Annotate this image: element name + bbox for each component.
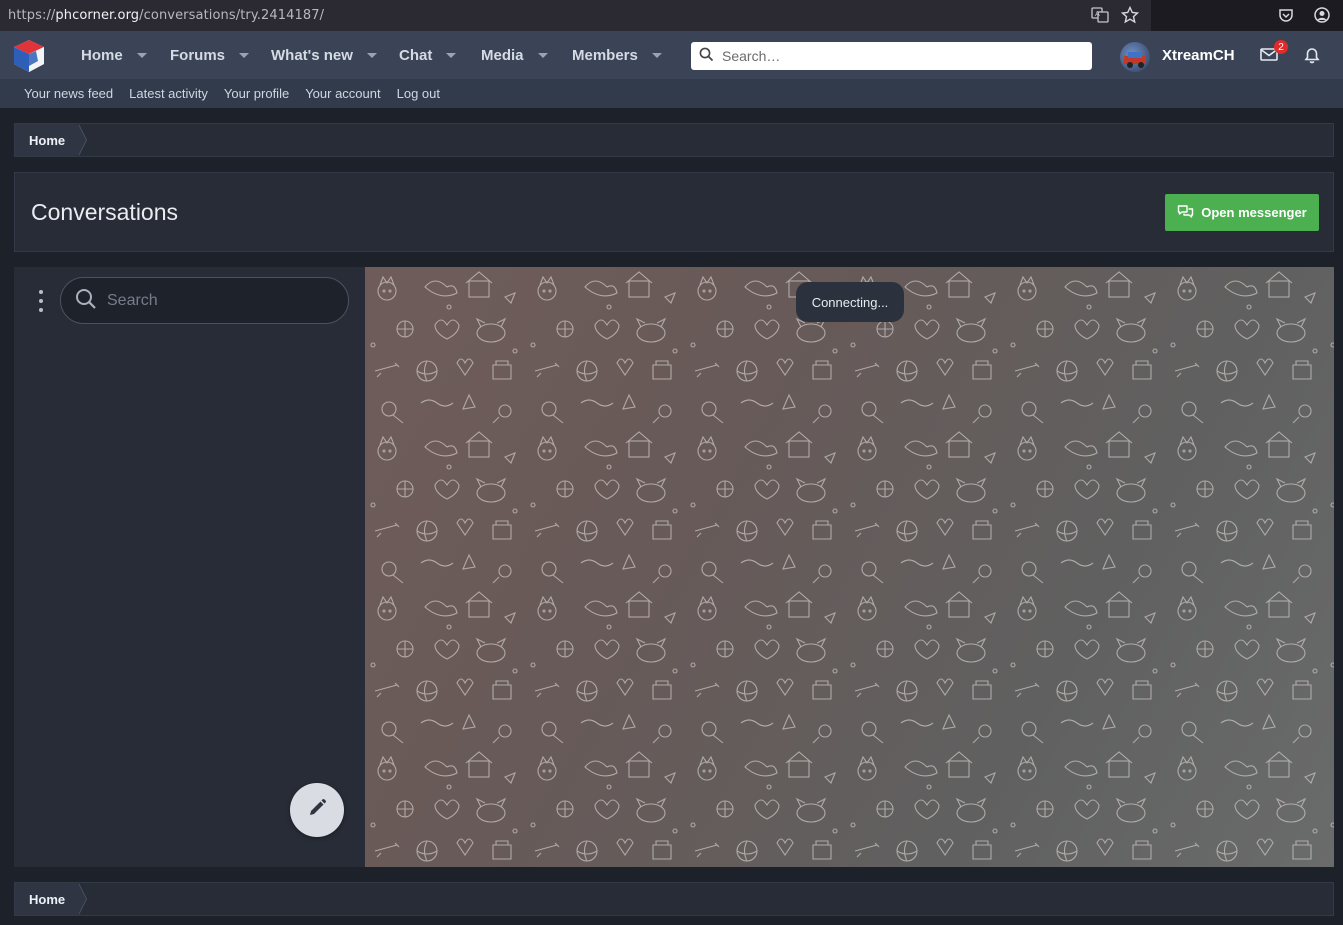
page-title: Conversations bbox=[31, 199, 179, 225]
svg-text:A: A bbox=[1095, 10, 1100, 18]
messenger-search[interactable] bbox=[60, 277, 349, 324]
url-host: phcorner.org bbox=[55, 8, 140, 23]
chevron-down-icon[interactable] bbox=[239, 52, 250, 58]
url-text[interactable]: https://phcorner.org/conversations/try.2… bbox=[8, 8, 324, 23]
new-conversation-button[interactable] bbox=[290, 783, 344, 837]
conversation-list-panel bbox=[14, 267, 365, 867]
site-search-input[interactable] bbox=[722, 48, 1062, 64]
bookmark-star-icon[interactable] bbox=[1121, 6, 1139, 24]
sub-nav: Your news feed Latest activity Your prof… bbox=[0, 79, 1343, 108]
inbox-badge: 2 bbox=[1274, 40, 1288, 54]
site-nav: Home Forums What's new Chat Media Member… bbox=[0, 31, 1343, 79]
chevron-down-icon[interactable] bbox=[366, 52, 377, 58]
chat-bubbles-icon bbox=[1177, 204, 1194, 221]
connection-status: Connecting... bbox=[796, 282, 904, 322]
site-search[interactable] bbox=[691, 42, 1092, 70]
url-path: /conversations/try.2414187/ bbox=[139, 8, 325, 23]
link-news-feed[interactable]: Your news feed bbox=[24, 86, 113, 101]
breadcrumb-separator-inner bbox=[78, 124, 86, 156]
nav-whats-new-label: What's new bbox=[271, 46, 353, 64]
site-logo[interactable] bbox=[12, 39, 46, 73]
page-header: Conversations Open messenger bbox=[14, 172, 1334, 252]
pocket-icon[interactable] bbox=[1277, 6, 1295, 24]
open-messenger-button[interactable]: Open messenger bbox=[1165, 194, 1319, 231]
username[interactable]: XtreamCH bbox=[1162, 31, 1235, 79]
doodle-pattern-background bbox=[365, 267, 1334, 867]
pencil-icon bbox=[307, 798, 327, 822]
kebab-menu-icon[interactable] bbox=[36, 290, 46, 312]
messenger: Connecting... bbox=[14, 267, 1334, 867]
account-icon[interactable] bbox=[1313, 6, 1331, 24]
nav-members-label: Members bbox=[572, 46, 638, 64]
browser-toolbar: https://phcorner.org/conversations/try.2… bbox=[0, 0, 1343, 31]
search-icon bbox=[699, 47, 714, 66]
nav-chat-label: Chat bbox=[399, 46, 433, 64]
chevron-down-icon[interactable] bbox=[136, 52, 147, 58]
bell-icon[interactable] bbox=[1304, 47, 1320, 68]
link-log-out[interactable]: Log out bbox=[397, 86, 440, 101]
url-scheme: https:// bbox=[8, 8, 56, 23]
link-latest-activity[interactable]: Latest activity bbox=[129, 86, 208, 101]
breadcrumb-separator-inner bbox=[78, 883, 86, 915]
link-your-profile[interactable]: Your profile bbox=[224, 86, 289, 101]
search-icon bbox=[75, 288, 97, 314]
nav-members[interactable]: Members bbox=[572, 31, 662, 79]
chevron-down-icon[interactable] bbox=[446, 52, 457, 58]
nav-home[interactable]: Home bbox=[81, 31, 147, 79]
translate-icon[interactable]: A bbox=[1091, 6, 1109, 24]
avatar[interactable] bbox=[1120, 42, 1150, 72]
nav-forums[interactable]: Forums bbox=[170, 31, 250, 79]
chevron-down-icon[interactable] bbox=[651, 52, 662, 58]
chat-area: Connecting... bbox=[365, 267, 1334, 867]
chevron-down-icon[interactable] bbox=[537, 52, 548, 58]
nav-chat[interactable]: Chat bbox=[399, 31, 457, 79]
footer-breadcrumb: Home bbox=[14, 882, 1334, 916]
nav-forums-label: Forums bbox=[170, 46, 226, 64]
nav-whats-new[interactable]: What's new bbox=[271, 31, 377, 79]
breadcrumb-home[interactable]: Home bbox=[15, 124, 80, 156]
nav-home-label: Home bbox=[81, 46, 123, 64]
nav-media[interactable]: Media bbox=[481, 31, 548, 79]
address-bar[interactable]: https://phcorner.org/conversations/try.2… bbox=[0, 0, 1151, 31]
link-your-account[interactable]: Your account bbox=[305, 86, 380, 101]
footer-breadcrumb-home[interactable]: Home bbox=[15, 883, 80, 915]
breadcrumb: Home bbox=[14, 123, 1334, 157]
open-messenger-label: Open messenger bbox=[1201, 205, 1307, 220]
nav-media-label: Media bbox=[481, 46, 524, 64]
messenger-search-input[interactable] bbox=[107, 291, 327, 310]
